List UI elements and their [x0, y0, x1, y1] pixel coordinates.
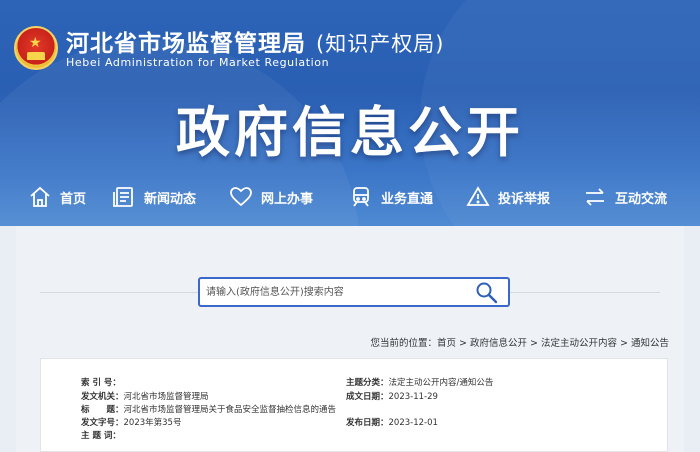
nav-item-business-direct[interactable]: 业务直通	[349, 184, 433, 210]
search-input[interactable]	[206, 283, 466, 301]
subject-row: 主 题 词：	[81, 429, 121, 441]
news-icon	[113, 187, 133, 207]
content-panel: 您当前的位置：首页>政府信息公开>法定主动公开内容>通知公告 索 引 号： 发文…	[16, 226, 684, 452]
search-icon[interactable]	[474, 280, 500, 306]
breadcrumb-prefix: 您当前的位置：	[370, 338, 438, 349]
index-label: 索 引 号：	[81, 378, 121, 388]
nav-item-label: 网上办事	[261, 191, 314, 207]
train-icon	[353, 187, 369, 207]
created-date-row: 成文日期：2023-11-29	[346, 390, 438, 402]
warning-icon	[466, 186, 490, 206]
national-emblem-icon: ★	[14, 26, 58, 70]
issuer-label: 发文机关：	[81, 392, 124, 402]
section-title: 政府信息公开	[176, 101, 524, 164]
breadcrumb: 您当前的位置：首页 > 政府信息公开 > 法定主动公开内容 > 通知公告	[371, 335, 669, 349]
home-icon	[30, 186, 50, 207]
title-value: 河北省市场监督管理局关于食品安全监督抽检信息的通告	[123, 405, 337, 415]
nav-item-home[interactable]: 首页	[28, 184, 86, 210]
created-value: 2023-11-29	[388, 392, 438, 402]
breadcrumb-separator: >	[620, 338, 628, 349]
category-label: 主题分类：	[346, 378, 389, 388]
org-name-en: Hebei Administration for Market Regulati…	[66, 56, 330, 69]
published-value: 2023-12-01	[388, 418, 438, 428]
index-row: 索 引 号：	[81, 376, 121, 388]
docno-label: 发文字号：	[81, 418, 124, 428]
title-label: 标 题：	[81, 405, 124, 415]
breadcrumb-item-gov-info[interactable]: 政府信息公开	[470, 338, 527, 349]
subject-label: 主 题 词：	[81, 431, 121, 441]
breadcrumb-separator: >	[530, 338, 538, 349]
published-date-row: 发布日期：2023-12-01	[346, 416, 438, 428]
breadcrumb-item-home[interactable]: 首页	[437, 338, 456, 349]
nav-item-label: 首页	[60, 191, 87, 207]
nav-item-label: 新闻动态	[144, 191, 197, 207]
docno-row: 发文字号：2023年第35号	[81, 416, 181, 428]
nav-item-complaint[interactable]: 投诉举报	[466, 184, 550, 210]
category-row: 主题分类：法定主动公开内容/通知公告	[346, 376, 493, 388]
nav-item-label: 业务直通	[381, 191, 434, 207]
nav-item-interaction[interactable]: 互动交流	[583, 184, 667, 210]
org-name[interactable]: 河北省市场监督管理局 (知识产权局)	[66, 24, 444, 58]
nav-item-news[interactable]: 新闻动态	[112, 184, 196, 210]
exchange-icon	[586, 188, 604, 206]
nav-item-label: 互动交流	[615, 191, 668, 207]
category-value: 法定主动公开内容/通知公告	[388, 378, 494, 388]
breadcrumb-item-statutory[interactable]: 法定主动公开内容	[541, 338, 617, 349]
breadcrumb-item-notice[interactable]: 通知公告	[631, 338, 669, 349]
heart-hand-icon	[230, 187, 252, 207]
org-name-paren: (知识产权局)	[316, 32, 445, 56]
docno-value: 2023年第35号	[123, 418, 182, 428]
org-name-cn: 河北省市场监督管理局	[66, 31, 306, 57]
breadcrumb-separator: >	[459, 338, 468, 349]
issuer-row: 发文机关：河北省市场监督管理局	[81, 390, 209, 402]
issuer-value: 河北省市场监督管理局	[123, 392, 209, 402]
published-label: 发布日期：	[346, 418, 389, 428]
document-info-table: 索 引 号： 发文机关：河北省市场监督管理局 标 题：河北省市场监督管理局关于食…	[40, 358, 668, 452]
search-box	[198, 277, 510, 307]
nav-item-label: 投诉举报	[498, 191, 551, 207]
main-nav: 首页 新闻动态 网上办事 业务直通 投诉举报 互动交流	[0, 180, 700, 214]
created-label: 成文日期：	[346, 392, 389, 402]
nav-item-online-service[interactable]: 网上办事	[229, 184, 313, 210]
title-row: 标 题：河北省市场监督管理局关于食品安全监督抽检信息的通告	[81, 403, 336, 415]
header-banner: ★ 河北省市场监督管理局 (知识产权局) Hebei Administration…	[0, 0, 700, 226]
